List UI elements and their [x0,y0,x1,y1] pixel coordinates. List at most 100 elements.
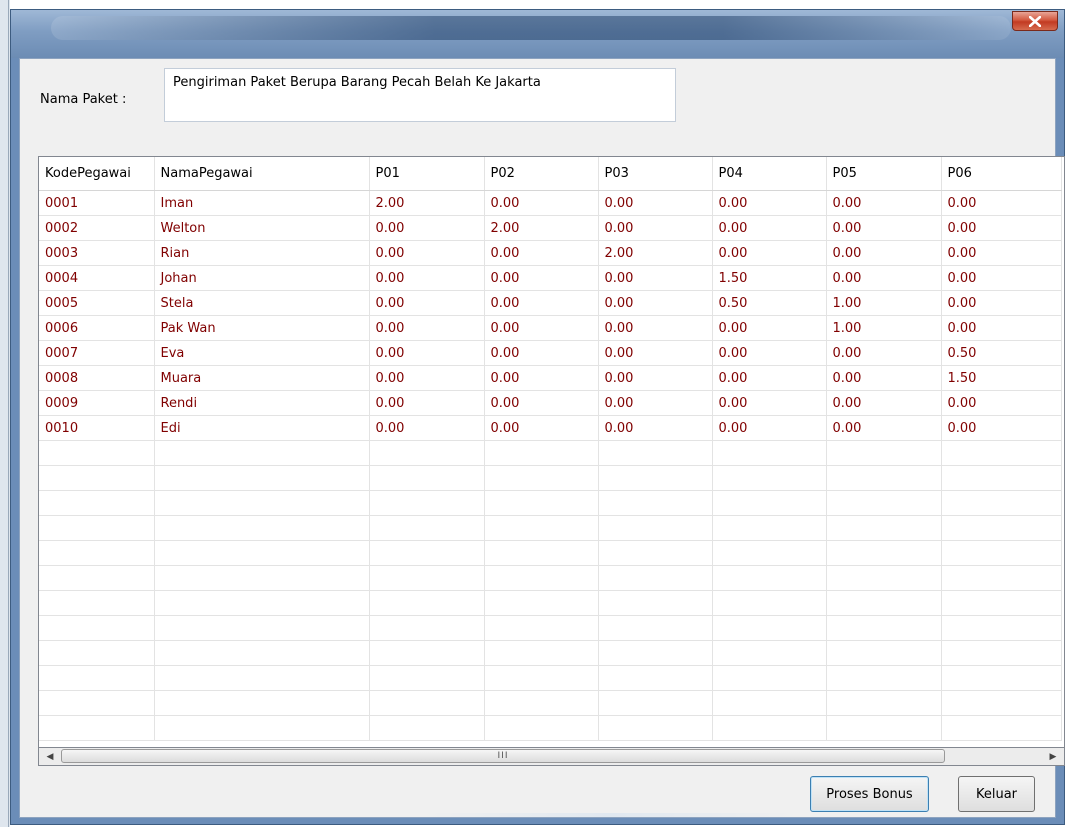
table-cell[interactable]: 0.00 [941,290,1062,316]
table-cell[interactable]: 0.00 [826,240,942,266]
table-cell[interactable]: 0.00 [369,340,485,366]
table-cell[interactable]: 0.00 [826,190,942,216]
table-cell[interactable]: 0.00 [484,240,599,266]
close-button[interactable] [1012,11,1058,31]
table-cell[interactable]: 0.00 [826,390,942,416]
table-cell[interactable]: Rendi [154,390,370,416]
table-cell[interactable]: 0.00 [484,290,599,316]
column-header-namapegawai[interactable]: NamaPegawai [154,157,370,191]
table-cell[interactable]: 0004 [39,265,155,291]
scrollbar-thumb[interactable]: III [61,749,945,763]
table-cell[interactable]: 0.00 [941,190,1062,216]
table-cell[interactable]: 0.00 [598,265,713,291]
table-cell[interactable]: 0.00 [598,365,713,391]
proses-bonus-button[interactable]: Proses Bonus [810,776,929,812]
table-cell[interactable]: 0009 [39,390,155,416]
table-cell[interactable]: 0.00 [369,290,485,316]
table-row[interactable]: 0009 Rendi 0.00 0.00 0.00 0.00 0.00 0.00 [39,390,1062,416]
table-cell[interactable]: 0.00 [941,315,1062,341]
table-cell[interactable]: Welton [154,215,370,241]
table-cell[interactable]: 0007 [39,340,155,366]
table-cell[interactable]: Iman [154,190,370,216]
table-cell[interactable]: 0.00 [826,415,942,441]
column-header-p01[interactable]: P01 [369,157,485,191]
table-cell[interactable]: 0.00 [941,240,1062,266]
table-cell[interactable]: 0.00 [712,215,827,241]
table-cell[interactable]: 0.00 [369,365,485,391]
table-cell[interactable]: 0.00 [598,215,713,241]
table-cell[interactable]: 1.50 [712,265,827,291]
table-cell[interactable]: Muara [154,365,370,391]
table-cell[interactable]: 0008 [39,365,155,391]
column-header-p02[interactable]: P02 [484,157,599,191]
table-cell[interactable]: 0.00 [598,340,713,366]
table-cell[interactable]: 0.00 [712,315,827,341]
table-row[interactable]: 0010 Edi 0.00 0.00 0.00 0.00 0.00 0.00 [39,415,1062,441]
table-cell[interactable]: 0.50 [941,340,1062,366]
scroll-left-arrow-icon[interactable]: ◀ [41,748,59,765]
table-cell[interactable]: Edi [154,415,370,441]
table-cell[interactable]: 0001 [39,190,155,216]
table-row[interactable]: 0002 Welton 0.00 2.00 0.00 0.00 0.00 0.00 [39,215,1062,241]
table-cell[interactable]: 0.00 [484,340,599,366]
table-cell[interactable]: Stela [154,290,370,316]
table-cell[interactable]: 0.00 [484,265,599,291]
column-header-p05[interactable]: P05 [826,157,942,191]
table-cell[interactable]: 0010 [39,415,155,441]
column-header-kodepegawai[interactable]: KodePegawai [39,157,155,191]
table-cell[interactable]: 0.50 [712,290,827,316]
table-row[interactable]: 0001 Iman 2.00 0.00 0.00 0.00 0.00 0.00 [39,190,1062,216]
table-cell[interactable]: 1.00 [826,290,942,316]
table-cell[interactable]: 0.00 [484,190,599,216]
table-cell[interactable]: 0.00 [369,315,485,341]
table-row[interactable]: 0003 Rian 0.00 0.00 2.00 0.00 0.00 0.00 [39,240,1062,266]
column-header-p03[interactable]: P03 [598,157,713,191]
table-cell[interactable]: 0.00 [598,190,713,216]
table-cell[interactable]: 0.00 [826,365,942,391]
table-cell[interactable]: 0.00 [712,365,827,391]
table-row[interactable]: 0005 Stela 0.00 0.00 0.00 0.50 1.00 0.00 [39,290,1062,316]
table-cell[interactable]: 0.00 [941,215,1062,241]
table-cell[interactable]: 0.00 [826,265,942,291]
table-row[interactable]: 0004 Johan 0.00 0.00 0.00 1.50 0.00 0.00 [39,265,1062,291]
horizontal-scrollbar[interactable]: ◀ III ▶ [38,748,1065,766]
data-grid[interactable]: KodePegawai NamaPegawai P01 P02 P03 P04 P05 P06… [38,156,1065,748]
table-cell[interactable]: 1.50 [941,365,1062,391]
table-cell[interactable]: 0.00 [484,390,599,416]
table-cell[interactable]: 0.00 [369,265,485,291]
table-cell[interactable]: 0.00 [484,415,599,441]
table-cell[interactable]: 0.00 [712,415,827,441]
table-cell[interactable]: Johan [154,265,370,291]
table-cell[interactable]: 2.00 [598,240,713,266]
column-header-p04[interactable]: P04 [712,157,827,191]
column-header-p06[interactable]: P06 [941,157,1062,191]
table-cell[interactable]: 0003 [39,240,155,266]
table-cell[interactable]: Pak Wan [154,315,370,341]
scroll-right-arrow-icon[interactable]: ▶ [1044,748,1062,765]
table-cell[interactable]: 0.00 [369,215,485,241]
table-cell[interactable]: 0.00 [712,340,827,366]
table-cell[interactable]: 0.00 [941,415,1062,441]
table-cell[interactable]: 2.00 [369,190,485,216]
table-cell[interactable]: 0.00 [826,215,942,241]
table-cell[interactable]: 0.00 [826,340,942,366]
table-cell[interactable]: 0.00 [369,240,485,266]
keluar-button[interactable]: Keluar [958,776,1035,812]
table-cell[interactable]: 0.00 [369,415,485,441]
table-cell[interactable]: 0002 [39,215,155,241]
table-cell[interactable]: 0.00 [484,315,599,341]
table-cell[interactable]: 1.00 [826,315,942,341]
table-cell[interactable]: Eva [154,340,370,366]
table-cell[interactable]: 0006 [39,315,155,341]
table-cell[interactable]: 0.00 [712,390,827,416]
table-cell[interactable]: 0.00 [484,365,599,391]
table-cell[interactable]: 2.00 [484,215,599,241]
table-cell[interactable]: 0.00 [941,390,1062,416]
table-cell[interactable]: 0.00 [941,265,1062,291]
table-row[interactable]: 0008 Muara 0.00 0.00 0.00 0.00 0.00 1.50 [39,365,1062,391]
table-cell[interactable]: 0.00 [598,415,713,441]
table-row[interactable]: 0006 Pak Wan 0.00 0.00 0.00 0.00 1.00 0.00 [39,315,1062,341]
table-cell[interactable]: 0.00 [712,240,827,266]
table-cell[interactable]: 0.00 [598,290,713,316]
table-cell[interactable]: 0.00 [712,190,827,216]
